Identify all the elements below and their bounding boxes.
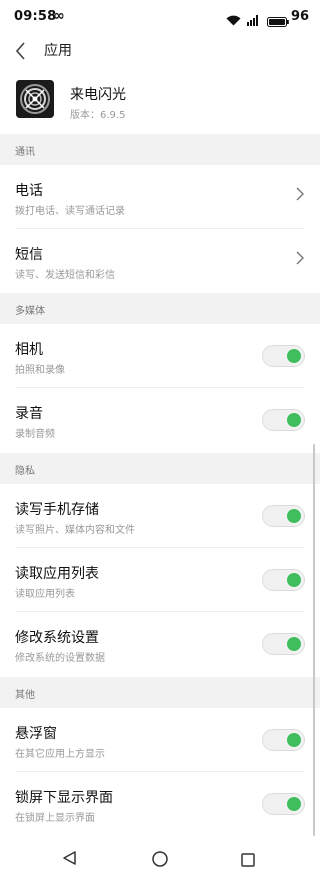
app-version: 版本：6.9.5	[70, 110, 126, 121]
permission-subtitle: 在锁屏上显示界面	[15, 813, 95, 824]
nav-recents-button[interactable]	[241, 852, 255, 871]
permission-subtitle: 读取应用列表	[15, 589, 75, 600]
permission-row-storage: 读写手机存储 读写照片、媒体内容和文件	[0, 484, 320, 548]
toggle-knob	[287, 573, 301, 587]
section-header-privacy: 隐私	[0, 453, 320, 484]
permission-title: 短信	[15, 247, 43, 263]
app-info: 来电闪光 版本：6.9.5	[0, 70, 320, 134]
section-title: 通讯	[15, 147, 35, 158]
section-header-other: 其他	[0, 677, 320, 708]
toggle-knob	[287, 349, 301, 363]
nav-home-icon	[152, 851, 168, 867]
status-bar: 09:58 ∞ 96	[0, 0, 320, 34]
permission-subtitle: 拨打电话、读写通话记录	[15, 206, 125, 217]
permission-row-sms[interactable]: 短信 读写、发送短信和彩信	[0, 229, 320, 293]
permission-row-audio: 录音 录制音频	[0, 388, 320, 452]
permission-subtitle: 修改系统的设置数据	[15, 653, 105, 664]
overlay-toggle[interactable]	[262, 729, 305, 751]
permission-row-system-settings: 修改系统设置 修改系统的设置数据	[0, 612, 320, 676]
scrollbar[interactable]	[313, 444, 315, 836]
toggle-knob	[287, 797, 301, 811]
section-header-media: 多媒体	[0, 293, 320, 324]
app-icon	[16, 80, 54, 118]
permission-title: 录音	[15, 406, 43, 422]
chevron-right-icon	[296, 187, 304, 201]
nav-recents-icon	[241, 853, 255, 867]
wifi-icon	[226, 11, 241, 30]
permission-subtitle: 录制音频	[15, 429, 55, 440]
lockscreen-toggle[interactable]	[262, 793, 305, 815]
section-header-comms: 通讯	[0, 134, 320, 165]
page-title: 应用	[44, 43, 72, 59]
status-time: 09:58	[14, 9, 57, 24]
nav-bar	[0, 838, 320, 882]
storage-toggle[interactable]	[262, 505, 305, 527]
app-name: 来电闪光	[70, 87, 126, 103]
back-arrow-icon	[16, 42, 25, 60]
permission-subtitle: 读写、发送短信和彩信	[15, 270, 115, 281]
permission-title: 读写手机存储	[15, 502, 99, 518]
permission-row-app-list: 读取应用列表 读取应用列表	[0, 548, 320, 612]
permission-row-lockscreen: 锁屏下显示界面 在锁屏上显示界面	[0, 772, 320, 836]
permission-title: 读取应用列表	[15, 566, 99, 582]
system-settings-toggle[interactable]	[262, 633, 305, 655]
permission-subtitle: 读写照片、媒体内容和文件	[15, 525, 135, 536]
chevron-right-icon	[296, 251, 304, 265]
section-title: 多媒体	[15, 306, 45, 317]
battery-icon	[267, 12, 289, 31]
back-button[interactable]	[6, 36, 36, 66]
infinity-icon: ∞	[53, 8, 65, 24]
section-title: 隐私	[15, 466, 35, 477]
audio-toggle[interactable]	[262, 409, 305, 431]
permission-subtitle: 在其它应用上方显示	[15, 749, 105, 760]
app-list-toggle[interactable]	[262, 569, 305, 591]
toggle-knob	[287, 509, 301, 523]
toggle-knob	[287, 413, 301, 427]
permission-title: 电话	[15, 183, 43, 199]
nav-back-icon	[63, 851, 76, 865]
section-title: 其他	[15, 690, 35, 701]
permission-title: 锁屏下显示界面	[15, 790, 113, 806]
nav-back-button[interactable]	[61, 850, 77, 870]
app-permissions-screen: 09:58 ∞ 96 应用 来电闪光 版本：6.9.5 通讯 电话 拨打电话、读…	[0, 0, 320, 882]
permission-row-overlay: 悬浮窗 在其它应用上方显示	[0, 708, 320, 772]
header: 应用	[0, 34, 320, 70]
toggle-knob	[287, 733, 301, 747]
toggle-knob	[287, 637, 301, 651]
permission-subtitle: 拍照和录像	[15, 365, 65, 376]
battery-level: 96	[291, 9, 310, 24]
permission-title: 相机	[15, 342, 43, 358]
camera-toggle[interactable]	[262, 345, 305, 367]
permission-row-phone[interactable]: 电话 拨打电话、读写通话记录	[0, 165, 320, 229]
permission-title: 悬浮窗	[15, 726, 57, 742]
signal-icon	[245, 11, 261, 30]
permission-title: 修改系统设置	[15, 630, 99, 646]
nav-home-button[interactable]	[151, 850, 169, 872]
permission-row-camera: 相机 拍照和录像	[0, 324, 320, 388]
